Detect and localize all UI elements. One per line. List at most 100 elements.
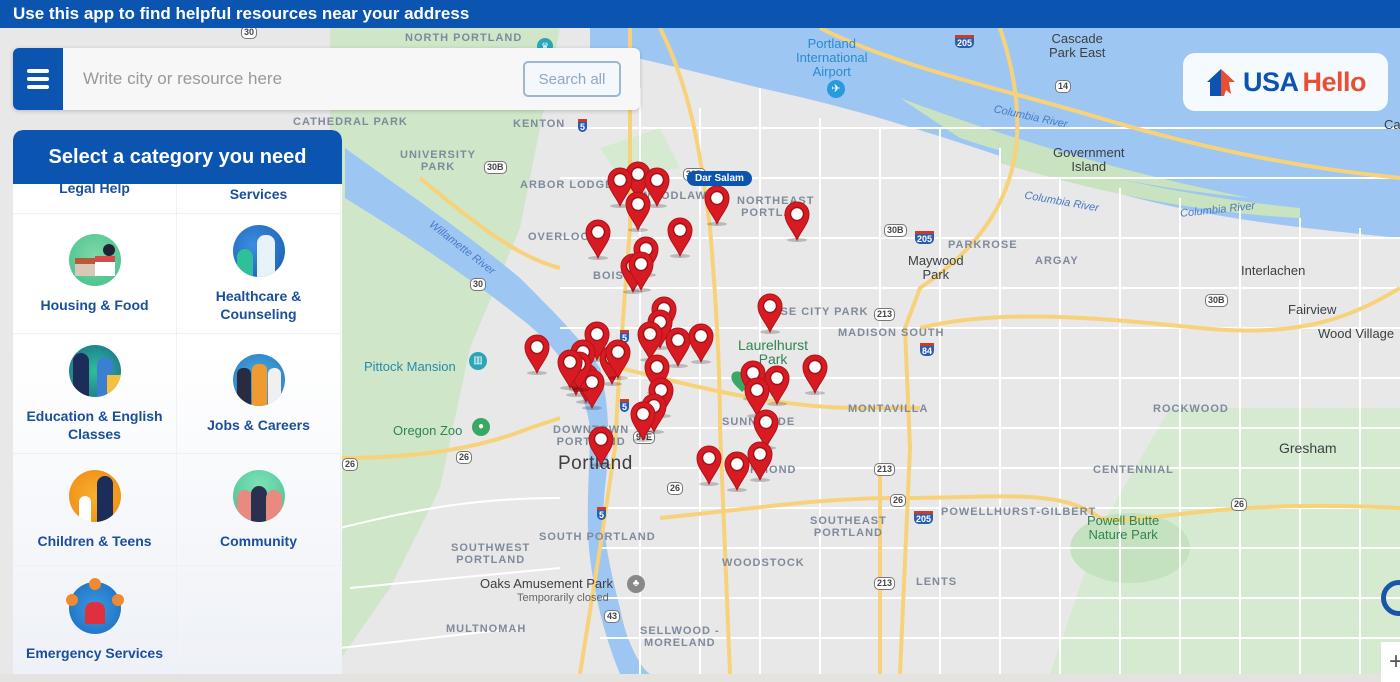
- category-education[interactable]: Education & English Classes: [13, 334, 177, 454]
- route-shield: 30B: [1205, 294, 1228, 307]
- resource-pin[interactable]: [556, 348, 584, 390]
- children-icon: [68, 469, 121, 522]
- resource-pin[interactable]: [687, 322, 715, 364]
- route-shield: 26: [342, 458, 359, 471]
- route-shield: 30: [470, 278, 487, 291]
- healthcare-icon: [232, 224, 285, 277]
- hamburger-menu-icon[interactable]: [13, 48, 63, 110]
- map-label-airport: Portland International Airport: [796, 36, 868, 79]
- category-panel-title: Select a category you need: [13, 130, 342, 184]
- resource-pin[interactable]: [695, 444, 723, 486]
- map-label-zoo: Oregon Zoo: [393, 423, 463, 438]
- route-shield: 213: [874, 463, 896, 476]
- map-label: Gresham: [1279, 440, 1337, 456]
- category-jobs[interactable]: Jobs & Careers: [177, 334, 341, 454]
- map-label: KENTON: [513, 118, 566, 130]
- map-label: SELLWOOD - MORELAND: [640, 625, 720, 649]
- route-shield: 14: [1055, 80, 1072, 93]
- logo-text-usa: USA: [1242, 66, 1299, 97]
- map-label: SOUTHWEST PORTLAND: [451, 542, 531, 566]
- housing-food-icon: [68, 233, 121, 286]
- map-label: WOODSTOCK: [722, 557, 805, 569]
- map-label: CENTENNIAL: [1093, 464, 1174, 476]
- map-label: Government Island: [1053, 145, 1125, 174]
- app-banner: Use this app to find helpful resources n…: [0, 0, 1400, 28]
- map-label-oaks-status: Temporarily closed: [517, 592, 609, 604]
- zoom-in-button[interactable]: +: [1381, 642, 1400, 682]
- route-shield: 30: [241, 28, 258, 39]
- resource-pin[interactable]: [627, 250, 655, 292]
- resource-pin[interactable]: [756, 292, 784, 334]
- map-label: ARBOR LODGE: [520, 179, 614, 191]
- route-shield: 43: [604, 610, 621, 623]
- resource-pin[interactable]: [746, 440, 774, 482]
- route-shield: 26: [667, 482, 684, 495]
- resource-pin[interactable]: [584, 218, 612, 260]
- house-arrow-icon: [1206, 69, 1235, 96]
- resource-pin[interactable]: [666, 216, 694, 258]
- interstate-shield: 5: [578, 119, 588, 132]
- map-label: MULTNOMAH: [446, 623, 527, 635]
- resource-pin[interactable]: [624, 190, 652, 232]
- zoo-paw-icon[interactable]: ●: [472, 418, 490, 436]
- search-all-button[interactable]: Search all: [523, 61, 621, 97]
- category-emergency[interactable]: Emergency Services: [13, 566, 177, 674]
- route-shield: 26: [456, 451, 473, 464]
- community-icon: [232, 469, 285, 522]
- map-label: Fairview: [1288, 302, 1337, 317]
- map-label: Ca: [1384, 117, 1400, 132]
- map-label: NORTH PORTLAND: [405, 32, 523, 44]
- category-label: Housing & Food: [40, 296, 149, 313]
- map-label: SOUTH PORTLAND: [539, 531, 656, 543]
- map-label: ARGAY: [1035, 255, 1079, 267]
- category-label: Healthcare & Counseling: [215, 287, 302, 322]
- route-shield: 26: [1231, 498, 1248, 511]
- route-shield: 213: [874, 577, 896, 590]
- category-label: Community: [220, 532, 297, 549]
- category-community[interactable]: Community: [177, 454, 341, 566]
- resource-pin[interactable]: [604, 338, 632, 380]
- interstate-shield: 205: [915, 231, 935, 244]
- map-label: MONTAVILLA: [848, 403, 929, 415]
- category-panel: Select a category you need Legal Help Se…: [13, 130, 342, 674]
- education-icon: [68, 344, 121, 397]
- map-label: MADISON SOUTH: [838, 327, 945, 339]
- search-input[interactable]: [83, 66, 503, 92]
- map-label: Cascade Park East: [1049, 31, 1106, 60]
- category-healthcare[interactable]: Healthcare & Counseling: [177, 214, 341, 334]
- route-shield: 30B: [884, 224, 907, 237]
- logo-text-hello: Hello: [1302, 66, 1367, 97]
- route-shield: 30B: [484, 161, 507, 174]
- category-label: Services: [229, 186, 288, 202]
- resource-pin[interactable]: [783, 200, 811, 242]
- resource-pin[interactable]: [703, 184, 731, 226]
- resource-pin[interactable]: [629, 400, 657, 442]
- amusement-park-icon[interactable]: ♣: [627, 575, 645, 593]
- map-label: Wood Village: [1318, 326, 1395, 341]
- map-label-oaks: Oaks Amusement Park: [480, 576, 613, 591]
- category-housing-food[interactable]: Housing & Food: [13, 214, 177, 334]
- route-shield: 26: [890, 494, 907, 507]
- map-label: Interlachen: [1241, 263, 1306, 278]
- category-label: Education & English Classes: [26, 407, 163, 442]
- resource-pin[interactable]: [587, 425, 615, 467]
- map-label: Powell Butte Nature Park: [1087, 513, 1160, 542]
- airport-icon[interactable]: ✈: [827, 80, 845, 98]
- map-label: CATHEDRAL PARK: [293, 116, 408, 128]
- map-label-pittock: Pittock Mansion: [364, 359, 456, 374]
- map-label: POWELLHURST-GILBERT: [941, 506, 1097, 518]
- search-bar: Search all: [13, 48, 640, 110]
- selected-location-badge[interactable]: Dar Salam: [687, 171, 752, 186]
- category-label: Emergency Services: [26, 645, 163, 661]
- jobs-icon: [232, 353, 285, 406]
- interstate-shield: 205: [914, 511, 934, 524]
- map-label: Maywood Park: [908, 253, 964, 282]
- usahello-logo[interactable]: USA Hello: [1183, 53, 1388, 111]
- map-label: SOUTHEAST PORTLAND: [810, 515, 887, 539]
- emergency-icon: [65, 578, 124, 634]
- interstate-shield: 205: [955, 35, 975, 48]
- category-children[interactable]: Children & Teens: [13, 454, 177, 566]
- resource-pin[interactable]: [523, 333, 551, 375]
- museum-icon[interactable]: ▥: [469, 352, 487, 370]
- resource-pin[interactable]: [801, 353, 829, 395]
